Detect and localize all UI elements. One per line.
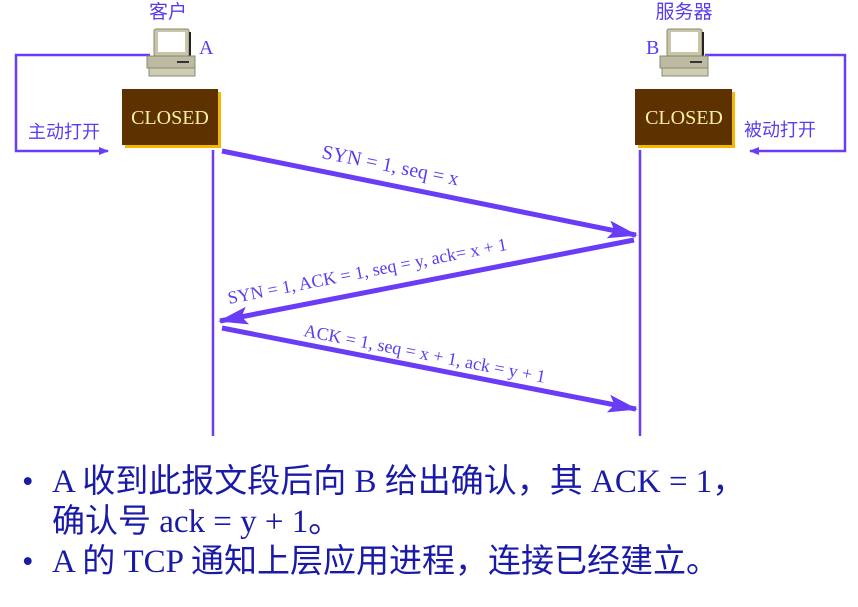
server-role-label: 服务器 bbox=[655, 1, 712, 23]
server-state-label: CLOSED bbox=[645, 107, 723, 129]
client-open-action-label: 主动打开 bbox=[28, 122, 100, 143]
bullet-item: • A 收到此报文段后向 B 给出确认，其 ACK = 1， 确认号 ack =… bbox=[22, 462, 852, 542]
server-open-action-label: 被动打开 bbox=[744, 120, 816, 141]
server-host-label: B bbox=[646, 37, 659, 59]
bullet-text-line: 确认号 ack = y + 1。 bbox=[52, 504, 342, 540]
bullet-marker: • bbox=[22, 464, 34, 500]
bullet-marker: • bbox=[22, 544, 34, 580]
server-state-box: CLOSED bbox=[635, 89, 735, 148]
bullet-item: • A 的 TCP 通知上层应用进程，连接已经建立。 bbox=[22, 542, 852, 582]
bullet-text-line: A 的 TCP 通知上层应用进程，连接已经建立。 bbox=[52, 544, 720, 580]
client-role-label: 客户 bbox=[149, 1, 187, 23]
explanation-bullets: • A 收到此报文段后向 B 给出确认，其 ACK = 1， 确认号 ack =… bbox=[22, 462, 852, 582]
client-state-label: CLOSED bbox=[131, 107, 209, 129]
message-arrow-ack bbox=[221, 325, 638, 413]
client-state-box: CLOSED bbox=[122, 89, 221, 148]
client-computer-icon bbox=[146, 28, 196, 77]
server-computer-icon bbox=[659, 28, 709, 77]
message-label-ack: ACK = 1, seq = x + 1, ack = y + 1 bbox=[302, 320, 547, 387]
client-host-label: A bbox=[199, 37, 214, 59]
tcp-handshake-diagram: 客户 服务器 A B CLOSED CLOSED 主动打开 被动打开 SYN =… bbox=[14, 1, 847, 436]
bullet-text-line: A 收到此报文段后向 B 给出确认，其 ACK = 1， bbox=[52, 464, 746, 500]
